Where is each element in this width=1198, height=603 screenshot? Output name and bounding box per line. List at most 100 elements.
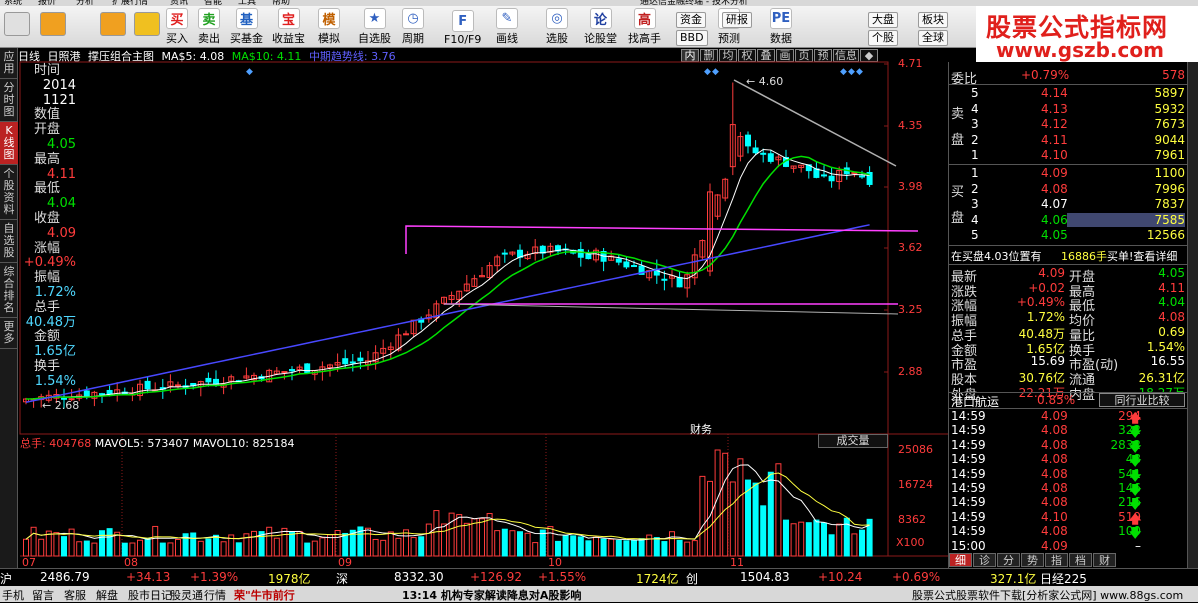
right-tab[interactable]: 档 — [1069, 553, 1092, 567]
toolbar-small-button[interactable]: 资金 — [676, 12, 706, 28]
toolbar-button-9[interactable]: ◎ 选股 — [546, 8, 568, 46]
toolbar-small-button[interactable]: 研报 — [722, 12, 752, 28]
volume-bar — [365, 527, 371, 557]
toolbar-button-4[interactable]: 模模拟 — [318, 8, 340, 46]
right-tab[interactable]: 财 — [1093, 553, 1116, 567]
right-tab-strip: 细诊分势指档财 — [949, 553, 1117, 567]
volume-bar — [790, 523, 797, 557]
toolbar-nav-icon[interactable] — [40, 12, 66, 36]
toolbar-button-label: 卖出 — [198, 32, 220, 45]
toolbar-button-10[interactable]: 论论股堂 — [584, 8, 617, 46]
price-tick: 4.35 — [898, 119, 923, 132]
right-tab[interactable]: 细 — [949, 553, 972, 567]
data-label: 最高 — [34, 151, 61, 167]
scrollbar[interactable] — [1187, 62, 1198, 568]
right-tab[interactable]: 指 — [1045, 553, 1068, 567]
right-tab[interactable]: 诊 — [973, 553, 996, 567]
buy-row: 3 4.07 7837 — [949, 197, 1187, 212]
left-tab[interactable]: 更多 — [0, 318, 18, 349]
buy-level: 4 — [971, 212, 979, 227]
toolbar-button-6[interactable]: ◷ 周期 — [402, 8, 424, 46]
high-annotation: ← 4.60 — [746, 75, 783, 88]
toolbar-button-3[interactable]: 宝收益宝 — [272, 8, 305, 46]
sell-price: 4.14 — [1041, 86, 1068, 100]
sell-level: 4 — [971, 101, 979, 116]
left-tab[interactable]: 分时图 — [0, 79, 18, 122]
toolbar-button-label: 画线 — [496, 32, 518, 45]
mavol10-readout: MAVOL10: 825184 — [192, 437, 295, 450]
volume-bar — [615, 540, 622, 557]
toolbar-small-button[interactable]: 全球 — [918, 30, 948, 46]
index-item: +1.55% — [538, 570, 587, 584]
quote-row: 振幅 1.72% 均价 4.08 — [949, 310, 1187, 329]
volume-bar — [760, 505, 767, 557]
candle-body — [577, 249, 584, 258]
volume-bar — [190, 532, 197, 557]
data-label: 时间 — [34, 63, 61, 78]
index-item: 8332.30 — [394, 570, 444, 584]
quote-value: 4.04 — [1158, 295, 1185, 310]
right-tab[interactable]: 分 — [997, 553, 1020, 567]
volume-bar — [281, 527, 288, 557]
data-value: 4.05 — [47, 136, 76, 152]
toolbar-nav-icon[interactable] — [134, 12, 160, 36]
queue-link[interactable]: 买单!查看详细 — [1107, 248, 1177, 264]
tick-volume: – — [1135, 538, 1141, 553]
candle-body — [205, 377, 212, 383]
tick-row: 14:59 4.08 2832 🡇 — [949, 438, 1187, 454]
tick-time: 14:59 — [951, 423, 986, 438]
vol-total: 总手: 404768 — [20, 437, 92, 450]
left-tab[interactable]: 个股资料 — [0, 165, 18, 220]
volume-indicator-button[interactable]: 成交量 — [818, 434, 888, 448]
toolbar-button-0[interactable]: 买买入 — [166, 8, 188, 46]
chart-canvas[interactable]: ◆ ◆ ◆ ◆ ◆ ◆← 4.60← 2.68财务 — [18, 48, 948, 568]
toolbar-icon: PE — [770, 8, 792, 29]
volume-bar — [418, 536, 425, 557]
volume-bar — [517, 531, 523, 557]
data-label: 金额 — [34, 329, 61, 345]
left-tab[interactable]: 综合排名 — [0, 263, 18, 318]
toolbar-nav-icon[interactable] — [100, 12, 126, 36]
volume-bar — [213, 534, 219, 557]
toolbar-button-11[interactable]: 高找高手 — [628, 8, 661, 46]
buy-row: 5 4.05 12566 — [949, 228, 1187, 243]
quote-value: 4.09 — [1038, 266, 1065, 280]
toolbar-button-2[interactable]: 基买基金 — [230, 8, 263, 46]
volume-bar — [524, 532, 531, 557]
toolbar-small-button[interactable]: 板块 — [918, 12, 948, 28]
volume-bar — [61, 536, 67, 557]
toolbar-button-7[interactable]: F F10/F9 — [444, 8, 481, 46]
toolbar-button-1[interactable]: 卖卖出 — [198, 8, 220, 46]
volume-bar — [532, 542, 539, 557]
mavol5-readout: MAVOL5: 573407 — [94, 437, 190, 450]
toolbar-button-label: 模拟 — [318, 32, 340, 45]
quote-value: +0.02 — [1028, 280, 1065, 295]
left-tab[interactable]: 自选股 — [0, 220, 18, 263]
volume-bar — [555, 540, 561, 557]
right-tab[interactable]: 势 — [1021, 553, 1044, 567]
toolbar-button-5[interactable]: ★ 自选股 — [358, 8, 391, 46]
volume-tick: 8362 — [898, 513, 926, 526]
toolbar-button-8[interactable]: ✎ 画线 — [496, 8, 518, 46]
toolbar-small-button[interactable]: BBD — [676, 30, 708, 46]
buy-price: 4.09 — [1041, 166, 1068, 180]
toolbar-icon: ✎ — [496, 8, 518, 29]
left-tab[interactable]: K线图 — [0, 122, 18, 165]
industry-change: 0.85% — [1037, 393, 1076, 407]
industry-compare-button[interactable]: 同行业比较 — [1099, 393, 1185, 407]
buy-level: 3 — [971, 197, 979, 212]
volume-bar — [175, 538, 181, 557]
left-tab[interactable]: 应用 — [0, 48, 18, 79]
volume-bar — [296, 530, 303, 557]
toolbar-nav-icon[interactable] — [4, 12, 30, 36]
toolbar-small-button[interactable]: 个股 — [868, 30, 898, 46]
volume-bar — [813, 519, 820, 557]
data-value: 1.72% — [34, 284, 76, 300]
data-label: 总手 — [34, 299, 61, 315]
tick-row: 14:59 4.08 146 🡇 — [949, 481, 1187, 497]
toolbar-button-13[interactable]: PE 数据 — [770, 8, 792, 46]
kline-chart[interactable]: 日线 日照港 撑压组合主图 MA$5: 4.08 MA$10: 4.11 中期趋… — [18, 48, 948, 569]
toolbar-small-button[interactable]: 大盘 — [868, 12, 898, 28]
toolbar-icon: 模 — [318, 8, 340, 29]
volume-header: 总手: 404768 MAVOL5: 573407 MAVOL10: 82518… — [20, 435, 294, 451]
